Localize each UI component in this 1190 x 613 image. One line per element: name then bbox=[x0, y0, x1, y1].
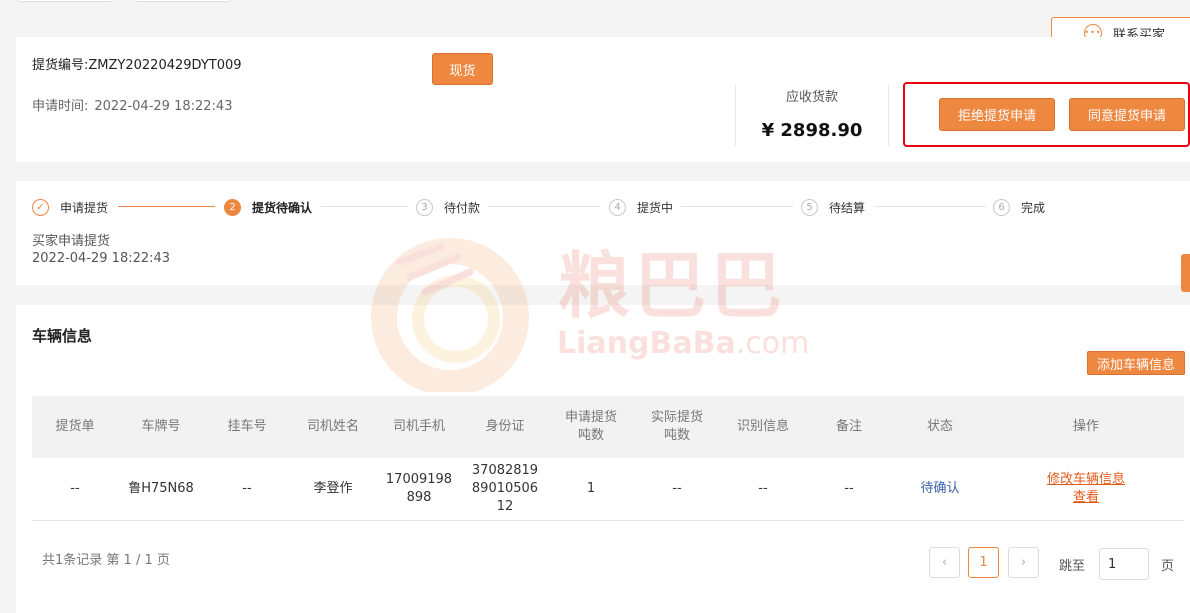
column-header: 识别信息 bbox=[736, 419, 789, 434]
cell-apply-tons: 1 bbox=[586, 481, 596, 496]
prev-page-button[interactable]: ‹ bbox=[929, 547, 960, 578]
step-connector bbox=[118, 206, 215, 207]
top-toolbar-strip bbox=[0, 0, 1190, 12]
column-header: 提货单 bbox=[55, 419, 95, 434]
view-link[interactable]: 查看 bbox=[1073, 489, 1099, 507]
spot-goods-tag: 现货 bbox=[432, 53, 493, 85]
step-connector bbox=[874, 206, 986, 207]
cell-recognition: -- bbox=[758, 481, 768, 496]
cell-remark: -- bbox=[844, 481, 854, 496]
apply-time-value: 2022-04-29 18:22:43 bbox=[94, 99, 233, 114]
column-header: 状态 bbox=[926, 419, 953, 434]
section-title: 车辆信息 bbox=[32, 327, 93, 345]
cell-id-card: 37082819 89010506 12 bbox=[471, 463, 539, 514]
next-page-button[interactable]: › bbox=[1008, 547, 1039, 578]
edit-vehicle-link[interactable]: 修改车辆信息 bbox=[1047, 471, 1125, 489]
column-header: 车牌号 bbox=[141, 419, 181, 434]
column-header: 挂车号 bbox=[227, 419, 267, 434]
cell-trailer: -- bbox=[242, 481, 252, 496]
check-icon: ✓ bbox=[32, 198, 49, 216]
side-expand-tab[interactable] bbox=[1181, 254, 1190, 292]
receivable-label: 应收货款 bbox=[785, 90, 838, 105]
column-header: 司机手机 bbox=[392, 419, 445, 434]
step-pending-settlement: 5 待结算 bbox=[801, 198, 865, 216]
step-description: 买家申请提货 bbox=[32, 234, 111, 249]
cell-driver: 李登作 bbox=[313, 481, 353, 496]
cell-bill: -- bbox=[70, 481, 80, 496]
receivable-amount: ¥ 2898.90 bbox=[761, 120, 863, 141]
column-header: 操作 bbox=[1072, 419, 1099, 434]
column-header: 申请提货 吨数 bbox=[564, 410, 617, 443]
column-header: 实际提货 吨数 bbox=[650, 410, 703, 443]
toolbar-button[interactable] bbox=[134, 0, 232, 2]
record-summary: 共1条记录 第 1 / 1 页 bbox=[42, 553, 170, 568]
order-summary-panel: 提货编号:ZMZY20220429DYT009 现货 申请时间: 2022-04-… bbox=[16, 37, 1190, 162]
order-number: 提货编号:ZMZY20220429DYT009 bbox=[32, 58, 242, 73]
step-complete: 6 完成 bbox=[993, 198, 1045, 216]
reject-pickup-button[interactable]: 拒绝提货申请 bbox=[939, 98, 1055, 131]
page-1-button[interactable]: 1 bbox=[968, 547, 999, 578]
step-connector bbox=[681, 206, 793, 207]
apply-time: 申请时间: 2022-04-29 18:22:43 bbox=[32, 99, 233, 114]
jump-label: 跳至 bbox=[1059, 559, 1086, 574]
column-header: 备注 bbox=[835, 419, 862, 434]
column-header: 身份证 bbox=[485, 419, 525, 434]
order-number-value: ZMZY20220429DYT009 bbox=[88, 58, 242, 73]
page-unit-label: 页 bbox=[1161, 559, 1175, 574]
step-pending-payment: 3 待付款 bbox=[416, 198, 480, 216]
toolbar-button[interactable] bbox=[16, 0, 114, 2]
column-header: 司机姓名 bbox=[306, 419, 359, 434]
step-connector bbox=[321, 206, 408, 207]
progress-steps-panel: ✓ 申请提货 2 提货待确认 3 待付款 4 提货中 5 待结算 6 完成 买家… bbox=[16, 181, 1190, 285]
cell-operations: 修改车辆信息 查看 bbox=[988, 458, 1184, 520]
divider bbox=[888, 85, 889, 146]
cell-actual-tons: -- bbox=[672, 481, 682, 496]
approve-pickup-button[interactable]: 同意提货申请 bbox=[1069, 98, 1185, 131]
add-vehicle-button[interactable]: 添加车辆信息 bbox=[1087, 351, 1185, 375]
cell-plate: 鲁H75N68 bbox=[128, 481, 194, 496]
step-picking-up: 4 提货中 bbox=[609, 198, 673, 216]
step-pending-confirm: 2 提货待确认 bbox=[224, 198, 312, 216]
step-timestamp: 2022-04-29 18:22:43 bbox=[32, 251, 171, 266]
step-apply: ✓ 申请提货 bbox=[32, 198, 108, 216]
jump-page-input[interactable] bbox=[1099, 548, 1149, 580]
table-header: 提货单 车牌号 挂车号 司机姓名 司机手机 身份证 申请提货 吨数 实际提货 吨… bbox=[32, 396, 1184, 458]
vehicle-info-panel: 车辆信息 添加车辆信息 提货单 车牌号 挂车号 司机姓名 司机手机 身份证 申请… bbox=[16, 305, 1190, 613]
table-row: -- 鲁H75N68 -- 李登作 17009198 898 37082819 … bbox=[32, 458, 1184, 521]
step-connector bbox=[488, 206, 600, 207]
cell-phone: 17009198 898 bbox=[385, 472, 453, 505]
status-link[interactable]: 待确认 bbox=[892, 458, 988, 520]
